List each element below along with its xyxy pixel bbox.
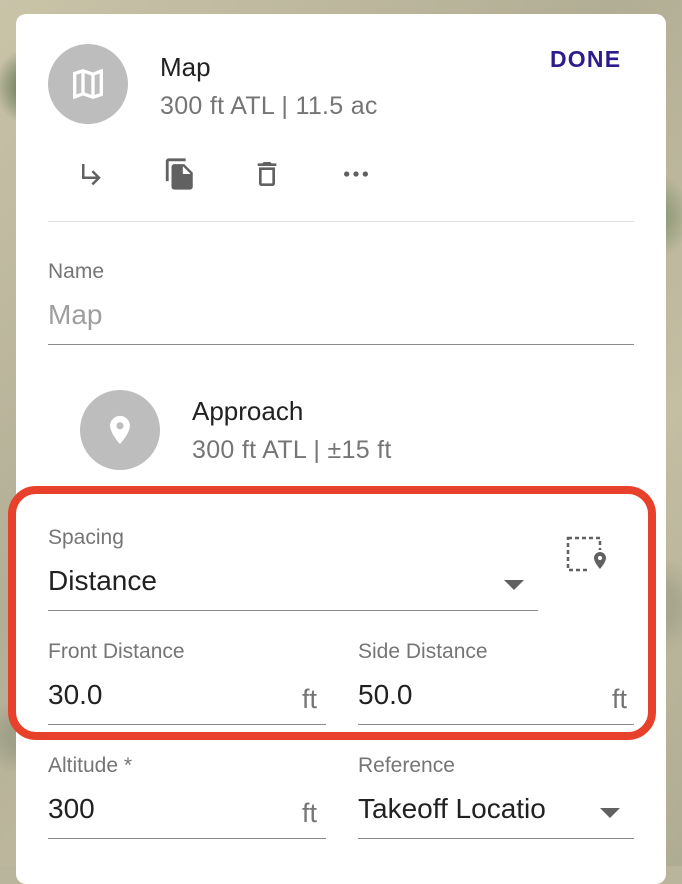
- map-icon: [48, 44, 128, 124]
- reference-select[interactable]: Takeoff Locatio: [358, 793, 594, 825]
- location-pin-icon: [80, 390, 160, 470]
- header-divider: [48, 221, 634, 222]
- front-distance-underline: [48, 724, 326, 725]
- more-icon[interactable]: [332, 150, 380, 198]
- delete-icon[interactable]: [243, 150, 291, 198]
- spacing-select[interactable]: Distance: [48, 565, 157, 597]
- side-distance-label: Side Distance: [358, 640, 488, 663]
- area-pin-icon[interactable]: [564, 532, 612, 580]
- spacing-label: Spacing: [48, 526, 124, 549]
- name-label: Name: [48, 260, 105, 283]
- approach-title: Approach: [192, 396, 304, 426]
- front-distance-input[interactable]: 30.0: [48, 679, 103, 711]
- subdirectory-arrow-icon[interactable]: [68, 150, 116, 198]
- copy-icon[interactable]: [156, 150, 204, 198]
- front-distance-label: Front Distance: [48, 640, 185, 663]
- reference-underline: [358, 838, 634, 839]
- altitude-label: Altitude *: [48, 754, 133, 777]
- side-distance-underline: [358, 724, 634, 725]
- altitude-unit: ft: [302, 798, 318, 828]
- mission-panel: Map 300 ft ATL | 11.5 ac DONE Name Map A…: [16, 14, 666, 884]
- spacing-underline: [48, 610, 538, 611]
- mission-title: Map: [160, 52, 211, 82]
- altitude-input[interactable]: 300: [48, 793, 95, 825]
- side-distance-input[interactable]: 50.0: [358, 679, 413, 711]
- side-distance-unit: ft: [612, 684, 628, 714]
- chevron-down-icon[interactable]: [600, 808, 620, 818]
- reference-label: Reference: [358, 754, 455, 777]
- altitude-underline: [48, 838, 326, 839]
- done-button[interactable]: DONE: [550, 46, 621, 73]
- name-underline: [48, 344, 634, 345]
- front-distance-unit: ft: [302, 684, 318, 714]
- chevron-down-icon[interactable]: [504, 580, 524, 590]
- mission-subtitle: 300 ft ATL | 11.5 ac: [160, 92, 378, 120]
- name-input[interactable]: Map: [48, 299, 102, 331]
- approach-subtitle: 300 ft ATL | ±15 ft: [192, 436, 392, 464]
